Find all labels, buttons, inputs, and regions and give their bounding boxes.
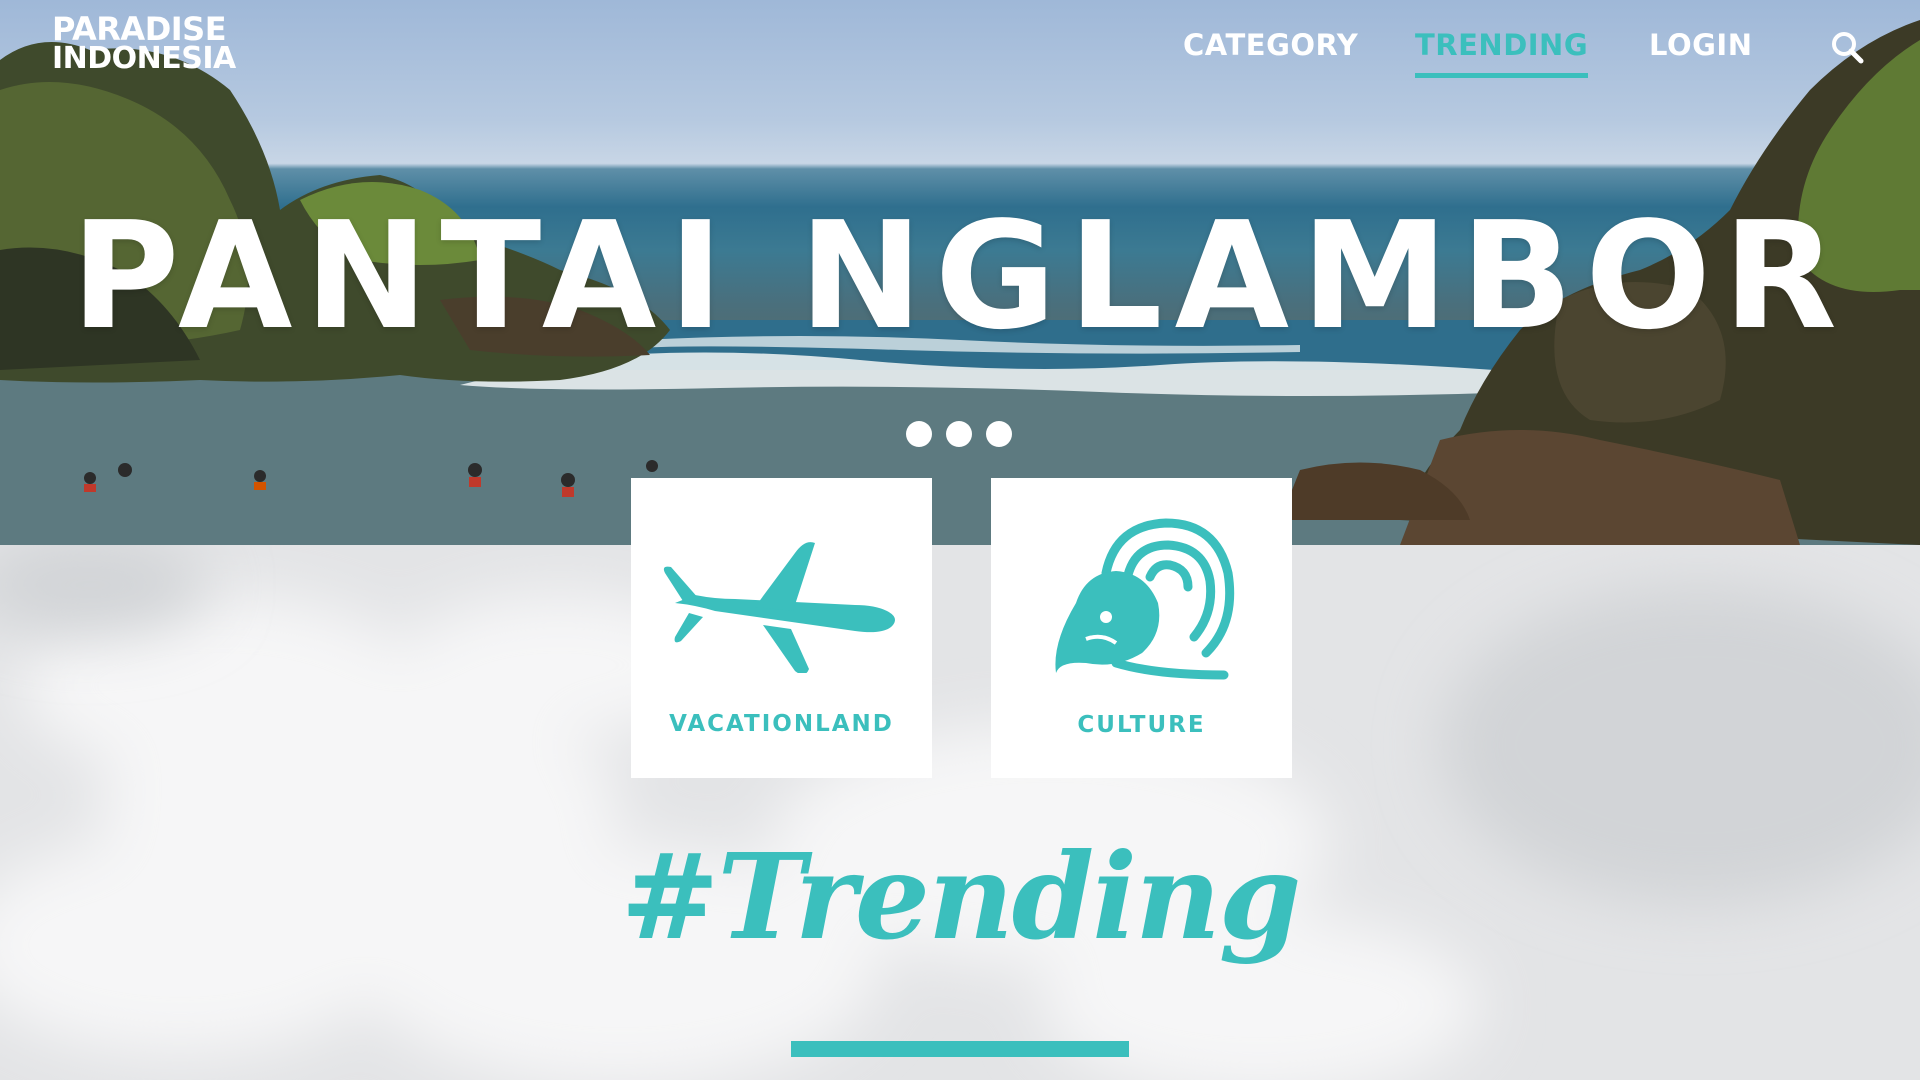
search-icon[interactable] [1830,30,1864,69]
nav-login[interactable]: LOGIN [1649,28,1752,62]
site-logo[interactable]: PARADISE INDONESIA [52,10,236,76]
cloud-background [0,545,1920,1080]
nav-trending[interactable]: TRENDING [1415,28,1589,78]
logo-line-1: PARADISE [52,10,227,48]
nav-trending-label: TRENDING [1415,28,1589,62]
trending-underline [791,1041,1129,1057]
hero-banner: PANTAI NGLAMBOR PARADISE INDONESIA CATEG… [0,0,1920,545]
airplane-icon [663,542,895,673]
category-label-vacationland: VACATIONLAND [669,711,894,737]
wave-face-icon [1055,518,1235,680]
trending-heading: #Trending [620,827,1302,966]
category-label-culture: CULTURE [1077,712,1206,738]
category-card-vacationland[interactable]: VACATIONLAND [631,478,932,778]
nav-category[interactable]: CATEGORY [1183,28,1358,62]
slider-dot-3[interactable] [986,421,1012,447]
hero-title: PANTAI NGLAMBOR [71,190,1849,362]
logo-line-2: INDONESIA [52,41,236,76]
slider-dot-2[interactable] [946,421,972,447]
category-card-culture[interactable]: CULTURE [991,478,1292,778]
slider-dot-1[interactable] [906,421,932,447]
nav-active-underline [1415,73,1589,78]
